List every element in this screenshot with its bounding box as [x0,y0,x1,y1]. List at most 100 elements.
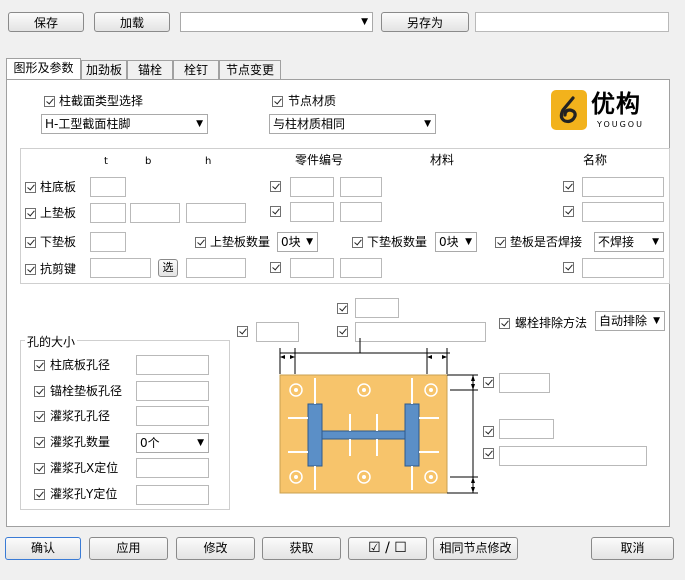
node-material-label: 节点材质 [288,94,337,108]
section-type-checkbox[interactable] [44,96,55,107]
shear-key-part-no2-input[interactable] [340,258,382,278]
base-plate-name-checkbox[interactable] [563,181,574,192]
col-h-label: h [205,156,212,167]
shear-key-h-input[interactable] [186,258,246,278]
lower-pad-t-input[interactable] [90,232,126,252]
col-material-label: 材料 [430,153,455,167]
mid-dim-checkbox[interactable] [337,326,348,337]
save-as-button[interactable]: 另存为 [381,12,469,32]
grout-hole-count-checkbox[interactable] [34,437,45,448]
lower-pad-label: 下垫板 [40,235,77,249]
chevron-down-icon: ▼ [361,17,368,27]
base-plate-hole-label: 柱底板孔径 [50,358,111,372]
modify-button[interactable]: 修改 [176,537,255,560]
shear-key-part-no-input[interactable] [290,258,334,278]
anchor-pad-hole-label: 锚栓垫板孔径 [50,384,123,398]
section-type-label: 柱截面类型选择 [59,94,144,108]
load-button[interactable]: 加载 [94,12,170,32]
grout-hole-dia-input[interactable] [136,406,209,426]
shear-key-select-button[interactable]: 选 [158,259,178,277]
upper-pad-count-checkbox[interactable] [195,237,206,248]
upper-pad-name-checkbox[interactable] [563,206,574,217]
left-dim-checkbox[interactable] [237,326,248,337]
grout-hole-dia-label: 灌浆孔孔径 [50,409,111,423]
grout-hole-x-input[interactable] [136,458,209,478]
bolt-exclude-label: 螺栓排除方法 [515,316,588,330]
lower-pad-count-checkbox[interactable] [352,237,363,248]
chevron-down-icon: ▼ [653,316,660,326]
base-plate-checkbox[interactable] [25,182,36,193]
right-dim1-input[interactable] [499,373,550,393]
bolt-exclude-select[interactable]: 自动排除 ▼ [595,311,665,331]
grout-hole-y-input[interactable] [136,485,209,505]
anchor-pad-hole-checkbox[interactable] [34,386,45,397]
upper-pad-part-no2-input[interactable] [340,202,382,222]
shear-key-part-checkbox[interactable] [270,262,281,273]
base-plate-drawing [279,338,478,494]
upper-pad-name-input[interactable] [582,202,664,222]
chevron-down-icon: ▼ [465,237,472,247]
top-dim-checkbox[interactable] [337,303,348,314]
upper-pad-count-select[interactable]: 0块 ▼ [277,232,318,252]
upper-pad-count-label: 上垫板数量 [210,235,271,249]
node-material-value: 与柱材质相同 [273,117,346,131]
right-dim2-input[interactable] [499,419,554,439]
grout-hole-x-checkbox[interactable] [34,463,45,474]
confirm-button[interactable]: 确认 [5,537,81,560]
tab-stiffener[interactable]: 加劲板 [81,60,127,79]
section-type-select[interactable]: H-工型截面柱脚 ▼ [41,114,208,134]
anchor-pad-hole-input[interactable] [136,381,209,401]
grout-hole-count-value: 0个 [140,436,160,450]
same-node-modify-button[interactable]: 相同节点修改 [433,537,518,560]
grout-hole-y-checkbox[interactable] [34,489,45,500]
grout-hole-count-label: 灌浆孔数量 [50,435,111,449]
upper-pad-part-checkbox[interactable] [270,206,281,217]
lower-pad-count-value: 0块 [439,235,459,249]
toggle-check-button[interactable]: ☑ / ☐ [348,537,427,560]
save-as-name-input[interactable] [475,12,669,32]
upper-pad-count-value: 0块 [281,235,301,249]
tab-figure-params[interactable]: 图形及参数 [6,58,81,79]
base-plate-part-no2-input[interactable] [340,177,382,197]
tab-node-change[interactable]: 节点变更 [219,60,281,79]
top-dim-input[interactable] [355,298,399,318]
upper-pad-t-input[interactable] [90,203,126,223]
cancel-button[interactable]: 取消 [591,537,674,560]
save-button[interactable]: 保存 [8,12,84,32]
base-plate-name-input[interactable] [582,177,664,197]
grout-hole-count-select[interactable]: 0个 ▼ [136,433,209,453]
holes-group-title: 孔的大小 [25,333,78,350]
bolt-exclude-value: 自动排除 [599,314,648,328]
base-plate-hole-checkbox[interactable] [34,360,45,371]
lower-pad-count-select[interactable]: 0块 ▼ [435,232,477,252]
apply-button[interactable]: 应用 [89,537,168,560]
pad-weld-checkbox[interactable] [495,237,506,248]
base-plate-part-checkbox[interactable] [270,181,281,192]
node-material-select[interactable]: 与柱材质相同 ▼ [269,114,436,134]
shear-key-name-checkbox[interactable] [563,262,574,273]
node-material-checkbox[interactable] [272,96,283,107]
upper-pad-b-input[interactable] [130,203,180,223]
upper-pad-h-input[interactable] [186,203,246,223]
shear-key-name-input[interactable] [582,258,664,278]
pad-weld-select[interactable]: 不焊接 ▼ [594,232,664,252]
base-plate-part-no-input[interactable] [290,177,334,197]
tab-stud[interactable]: 栓钉 [173,60,219,79]
upper-pad-part-no-input[interactable] [290,202,334,222]
fetch-button[interactable]: 获取 [262,537,341,560]
template-select[interactable]: ▼ [180,12,373,32]
col-part-no-label: 零件编号 [295,153,344,167]
lower-pad-checkbox[interactable] [25,237,36,248]
chevron-down-icon: ▼ [197,438,204,448]
base-plate-hole-input[interactable] [136,355,209,375]
grout-hole-dia-checkbox[interactable] [34,411,45,422]
bolt-exclude-checkbox[interactable] [499,318,510,329]
shear-key-input[interactable] [90,258,151,278]
shear-key-checkbox[interactable] [25,264,36,275]
grout-hole-x-label: 灌浆孔X定位 [50,461,119,475]
tab-anchor-bolt[interactable]: 锚栓 [127,60,173,79]
upper-pad-checkbox[interactable] [25,208,36,219]
base-plate-label: 柱底板 [40,180,77,194]
right-dim3-input[interactable] [499,446,647,466]
base-plate-t-input[interactable] [90,177,126,197]
